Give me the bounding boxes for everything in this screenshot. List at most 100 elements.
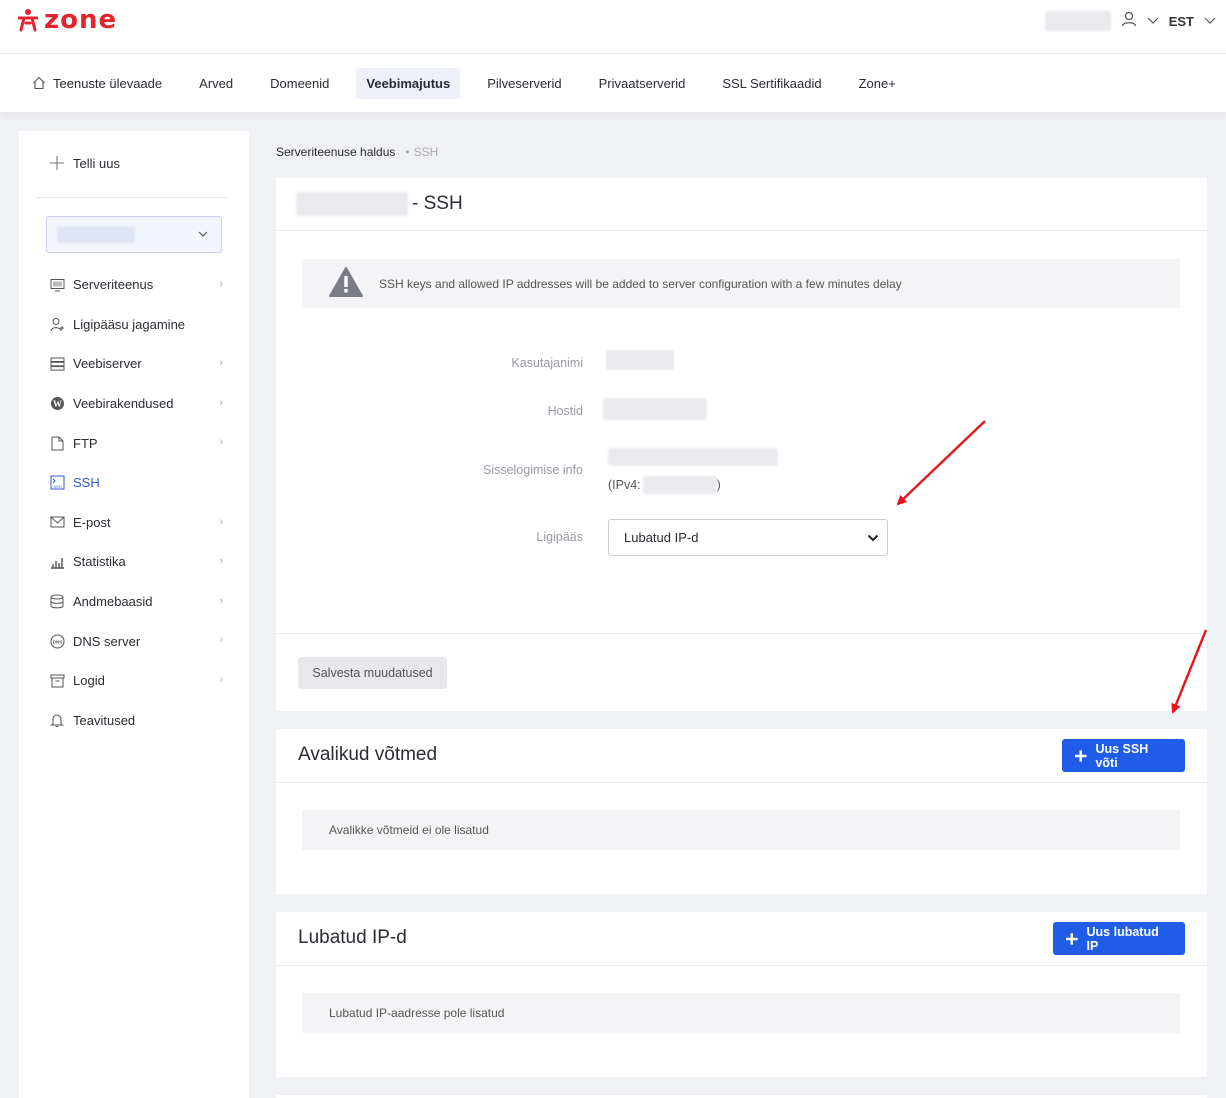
sidebar-divider xyxy=(35,197,227,198)
chevron-right-icon: › xyxy=(219,555,223,568)
language-selector[interactable]: EST xyxy=(1169,14,1194,29)
nav-item-label: Pilveserverid xyxy=(487,75,562,91)
chevron-down-icon xyxy=(198,231,208,237)
nav-item-teenuste-ulevaade[interactable]: Teenuste ülevaade xyxy=(22,68,172,99)
terminal-icon: SSH xyxy=(49,475,65,491)
sidebar-item-andmebaasid[interactable]: Andmebaasid › xyxy=(49,582,225,622)
sidebar-item-ftp[interactable]: FTP › xyxy=(49,423,225,463)
nav-item-label: Privaatserverid xyxy=(598,75,686,91)
add-ssh-key-label: Uus SSH võti xyxy=(1095,741,1149,770)
breadcrumb-separator: • xyxy=(405,145,410,159)
save-changes-label: Salvesta muudatused xyxy=(312,666,433,680)
public-keys-empty: Avalikke võtmeid ei ole lisatud xyxy=(302,810,1180,850)
sidebar-item-statistika[interactable]: Statistika › xyxy=(49,542,225,582)
chart-icon xyxy=(49,554,65,570)
public-keys-title: Avalikud võtmed xyxy=(298,744,438,765)
zone-logo-icon xyxy=(18,9,38,32)
nav-item-label: Arved xyxy=(199,75,234,91)
chevron-right-icon: › xyxy=(219,436,223,449)
access-select-value: Lubatud IP-d xyxy=(624,530,699,545)
plus-icon xyxy=(1065,932,1078,945)
chevron-down-icon xyxy=(867,534,879,542)
order-new-label: Telli uus xyxy=(73,155,120,171)
allowed-ips-empty: Lubatud IP-aadresse pole lisatud xyxy=(302,993,1180,1033)
access-label: Ligipääs xyxy=(536,530,583,544)
database-icon xyxy=(49,594,65,610)
add-allowed-ip-label: Uus lubatud IP xyxy=(1086,924,1159,953)
ssh-card-header: - SSH xyxy=(276,178,1207,231)
sidebar-item-veebiserver[interactable]: Veebiserver › xyxy=(49,344,225,384)
chevron-right-icon: › xyxy=(219,515,223,528)
user-menu-chevron-icon[interactable] xyxy=(1147,12,1159,30)
sidebar-item-dns-server[interactable]: DNS DNS server › xyxy=(49,621,225,661)
bell-icon xyxy=(49,712,65,728)
access-select[interactable]: Lubatud IP-d xyxy=(608,519,888,556)
wordpress-icon: W xyxy=(49,396,65,412)
sidebar-item-ssh[interactable]: SSH SSH xyxy=(49,463,225,503)
nav-item-pilveserverid[interactable]: Pilveserverid xyxy=(477,68,571,99)
zone-logo-text: zone xyxy=(44,5,118,35)
ipv4-suffix: ) xyxy=(716,478,721,492)
user-icon[interactable] xyxy=(1121,11,1137,32)
save-changes-button[interactable]: Salvesta muudatused xyxy=(298,657,447,689)
top-bar: zone EST xyxy=(0,0,1226,54)
ipv4-info: (IPv4: ) xyxy=(608,476,721,494)
chevron-right-icon: › xyxy=(219,594,223,607)
chevron-right-icon: › xyxy=(219,278,223,290)
sidebar-item-ligipaasu-jagamine[interactable]: Ligipääsu jagamine xyxy=(49,305,225,345)
card-footer-divider xyxy=(276,633,1207,634)
sidebar-item-e-post[interactable]: E-post › xyxy=(49,503,225,543)
add-allowed-ip-button[interactable]: Uus lubatud IP xyxy=(1053,922,1185,955)
nav-item-ssl-sertifikaadid[interactable]: SSL Sertifikaadid xyxy=(712,68,831,99)
sidebar-item-serveriteenus[interactable]: Serveriteenus › xyxy=(49,265,225,305)
login-info-redacted xyxy=(608,448,778,466)
nav-item-privaatserverid[interactable]: Privaatserverid xyxy=(589,68,696,99)
sidebar-item-veebirakendused[interactable]: W Veebirakendused › xyxy=(49,384,225,424)
ipv4-prefix: (IPv4: xyxy=(608,478,641,492)
service-select[interactable] xyxy=(46,216,222,253)
sidebar-item-logid[interactable]: Logid › xyxy=(49,661,225,701)
login-info-label: Sisselogimise info xyxy=(482,463,583,477)
sidebar-item-label: E-post xyxy=(73,514,111,530)
notice-text: SSH keys and allowed IP addresses will b… xyxy=(379,276,902,291)
main-nav: Teenuste ülevaade Arved Domeenid Veebima… xyxy=(0,54,1226,112)
page-title: - SSH xyxy=(412,193,463,214)
sidebar-item-teavitused[interactable]: Teavitused xyxy=(49,701,225,741)
nav-item-label: SSL Sertifikaadid xyxy=(722,75,822,91)
sidebar-item-label: Serveriteenus xyxy=(73,277,154,293)
chevron-right-icon: › xyxy=(219,396,223,409)
public-keys-empty-text: Avalikke võtmeid ei ole lisatud xyxy=(329,823,489,837)
breadcrumb-parent[interactable]: Serveriteenuse haldus xyxy=(276,145,395,159)
dns-icon: DNS xyxy=(49,633,65,649)
allowed-ips-card: Lubatud IP-d Uus lubatud IP Lubatud IP-a… xyxy=(276,912,1207,1077)
language-chevron-icon[interactable] xyxy=(1204,12,1216,30)
username-redacted xyxy=(606,350,674,370)
sidebar-item-label: Veebirakendused xyxy=(73,396,174,412)
sidebar: Telli uus Serveriteenus › Ligipääsu jagam… xyxy=(19,131,249,1098)
username-label: Kasutajanimi xyxy=(511,356,583,370)
sidebar-item-label: Andmebaasid xyxy=(73,594,153,610)
chevron-right-icon: › xyxy=(219,357,223,370)
account-name-redacted xyxy=(1044,11,1111,31)
sidebar-item-label: Logid xyxy=(73,673,105,689)
user-add-icon xyxy=(49,316,65,332)
zone-logo[interactable]: zone xyxy=(18,5,118,35)
nav-item-veebimajutus[interactable]: Veebimajutus xyxy=(356,67,461,99)
nav-item-domeenid[interactable]: Domeenid xyxy=(260,68,339,99)
plus-icon xyxy=(1074,749,1087,762)
order-new-button[interactable]: Telli uus xyxy=(49,155,120,171)
svg-text:W: W xyxy=(53,399,62,409)
nav-item-zone-plus[interactable]: Zone+ xyxy=(849,68,906,99)
sidebar-item-label: Ligipääsu jagamine xyxy=(73,316,186,332)
file-icon xyxy=(49,435,65,451)
nav-item-arved[interactable]: Arved xyxy=(189,68,243,99)
server-icon xyxy=(49,356,65,372)
sidebar-item-label: DNS server xyxy=(73,633,141,649)
add-ssh-key-button[interactable]: Uus SSH võti xyxy=(1062,739,1185,772)
nav-item-label: Teenuste ülevaade xyxy=(53,75,163,91)
allowed-ips-title: Lubatud IP-d xyxy=(298,927,407,948)
service-name-redacted xyxy=(57,226,135,243)
breadcrumb-current: SSH xyxy=(413,145,439,159)
chevron-right-icon: › xyxy=(219,673,223,686)
sidebar-item-label: Statistika xyxy=(73,554,126,570)
